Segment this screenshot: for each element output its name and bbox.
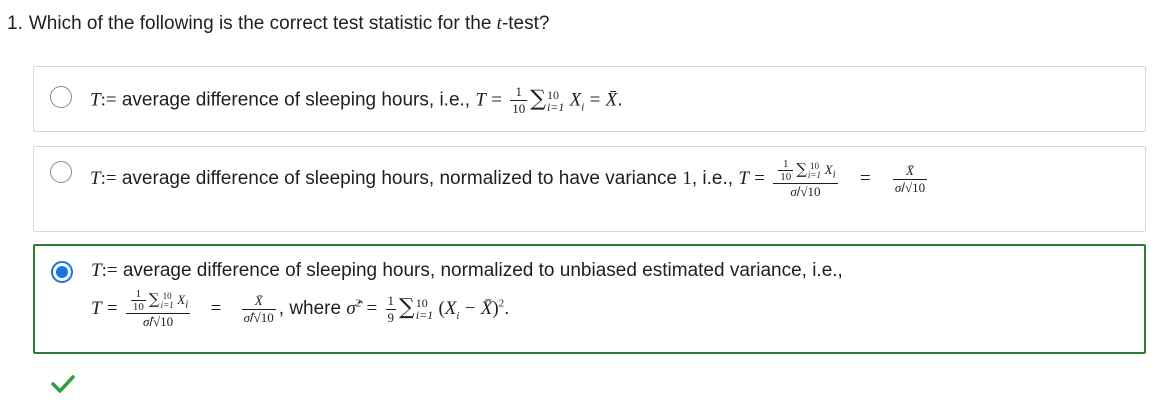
math-X: X <box>569 89 582 111</box>
frac-option-3-b: X̄ σ̂/√10 <box>241 292 276 325</box>
frac-option-3-a: 1 10 ∑ 10 i=1 Xi σ̂/√10 <box>125 288 191 330</box>
option-3-line-2: T = 1 10 ∑ 10 i=1 Xi σ̂/√10 = X̄ σ̂/√10 , wh… <box>91 288 510 330</box>
math-T: T <box>475 89 486 111</box>
math-equals: = <box>589 89 601 111</box>
math-equals: = <box>106 298 118 320</box>
radio-option-3[interactable] <box>51 261 73 283</box>
option-2[interactable]: T:= average difference of sleeping hours… <box>33 146 1146 232</box>
math-T: T <box>738 168 749 190</box>
frac-one-tenth: 1 10 <box>510 84 528 116</box>
math-equals: = <box>754 168 765 190</box>
sum-limits: 10 i=1 <box>415 296 434 322</box>
option-3[interactable]: T:= average difference of sleeping hours… <box>33 244 1146 354</box>
math-assign: := <box>100 89 117 111</box>
math-T: T <box>90 168 101 190</box>
math-T: T <box>90 89 101 111</box>
frac-option-2-b: X̄ σ/√10 <box>892 162 928 195</box>
math-assign: := <box>100 168 117 190</box>
option-3-label: average difference of sleeping hours, no… <box>122 260 843 281</box>
math-sigmahat: σ̂ <box>346 298 356 320</box>
where-label: where <box>289 298 342 320</box>
question-number: 1. <box>7 13 23 34</box>
question-text: 1. Which of the following is the correct … <box>7 13 549 35</box>
option-1-content: T:= average difference of sleeping hours… <box>90 84 623 116</box>
math-T: T <box>91 260 102 281</box>
question-text-before: Which of the following is the correct te… <box>28 13 492 34</box>
math-equals: = <box>859 168 871 190</box>
frac-one-ninth: 19 <box>385 292 397 325</box>
option-2-content: T:= average difference of sleeping hours… <box>90 158 930 200</box>
option-2-label: average difference of sleeping hours, no… <box>121 168 678 190</box>
radio-option-1[interactable] <box>50 86 72 108</box>
math-equals: = <box>491 89 502 111</box>
check-icon <box>51 375 75 393</box>
option-2-ie: , i.e., <box>691 168 734 190</box>
variance-value: 1 <box>682 168 692 190</box>
math-equals: = <box>366 298 378 320</box>
frac-option-2-a: 1 10 ∑ 10 i=1 Xi σ/√10 <box>773 158 838 200</box>
sum-icon: ∑ <box>530 86 546 112</box>
question-text-after: -test? <box>501 13 550 34</box>
radio-option-2[interactable] <box>50 161 72 183</box>
sum-icon: ∑ <box>399 295 415 321</box>
math-T: T <box>91 298 102 320</box>
option-1-label: average difference of sleeping hours, i.… <box>121 89 471 111</box>
sum-limits: 10 i=1 <box>546 87 565 114</box>
option-1[interactable]: T:= average difference of sleeping hours… <box>33 66 1146 132</box>
math-xbar: X̄ <box>605 89 618 111</box>
math-equals: = <box>210 298 222 320</box>
math-assign: := <box>101 260 118 281</box>
option-3-line-1: T:= average difference of sleeping hours… <box>91 260 843 282</box>
